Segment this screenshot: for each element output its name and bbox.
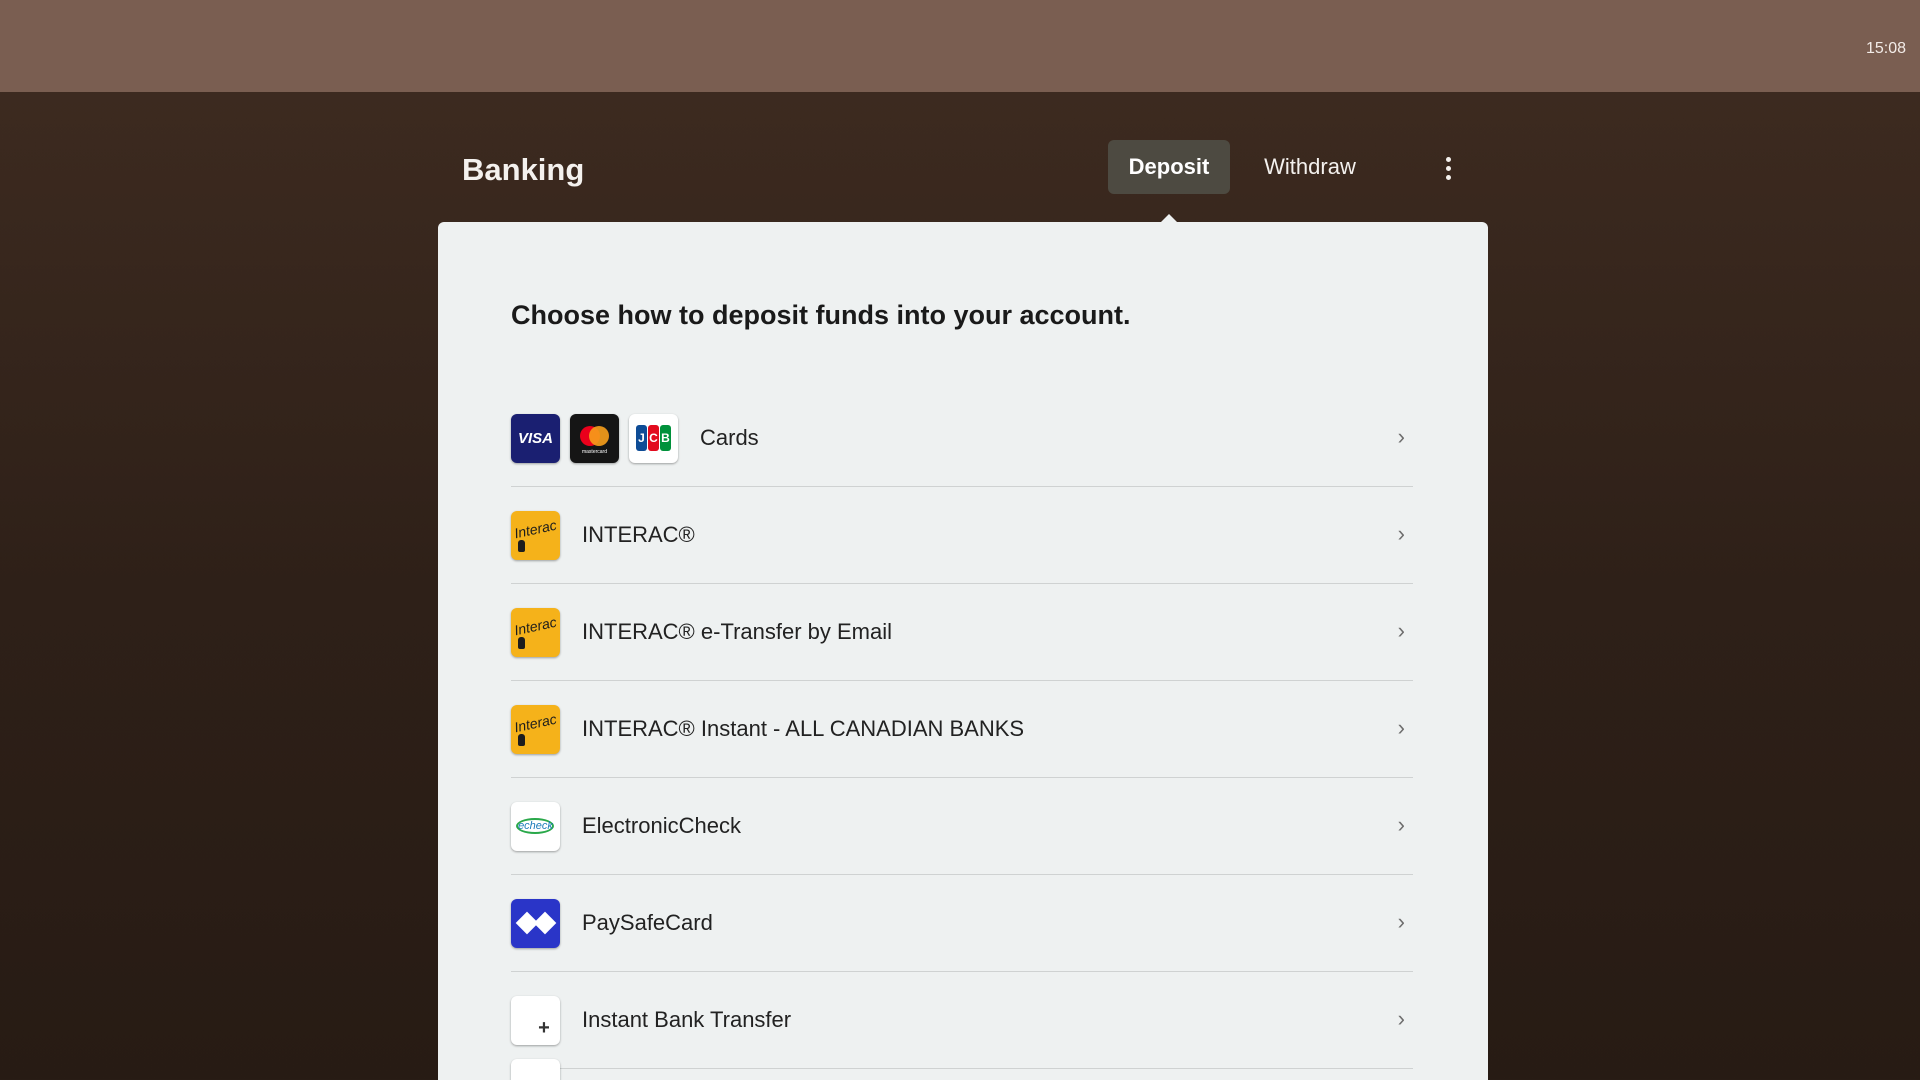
interac-logo-text: Interac — [512, 613, 559, 638]
interac-logo-icon: Interac — [511, 607, 560, 657]
echeck-logo-icon: echeck — [511, 801, 560, 851]
jcb-letter: C — [648, 425, 659, 451]
jcb-logo-icon: J C B — [629, 413, 678, 463]
payment-method-label: INTERAC® Instant - ALL CANADIAN BANKS — [582, 716, 1025, 741]
top-status-bar: 15:08 — [0, 0, 1920, 92]
page-title: Banking — [462, 152, 585, 187]
vertical-dots-icon — [1445, 174, 1451, 180]
interac-logo-text: Interac — [512, 516, 559, 541]
jcb-letter: J — [636, 425, 647, 451]
interac-logo-icon: Interac — [511, 510, 560, 560]
payment-method-label: ElectronicCheck — [582, 813, 741, 838]
payment-method-label: PaySafeCard — [582, 910, 713, 935]
chevron-right-icon: › — [1397, 715, 1405, 740]
instant-bank-transfer-logo-icon: + — [511, 995, 560, 1045]
tab-withdraw[interactable]: Withdraw — [1246, 140, 1374, 194]
mastercard-logo-text: mastercard — [581, 448, 607, 455]
vertical-dots-icon — [1445, 156, 1451, 162]
payment-method-instant-bank-transfer[interactable]: + Instant Bank Transfer › — [511, 972, 1413, 1069]
payment-logo-icon — [511, 1059, 560, 1080]
payment-method-paysafecard[interactable]: PaySafeCard › — [511, 875, 1413, 972]
interac-logo-icon: Interac — [511, 704, 560, 754]
chevron-right-icon: › — [1397, 909, 1405, 934]
visa-logo-text: VISA — [517, 429, 553, 447]
vertical-dots-icon — [1445, 165, 1451, 171]
deposit-heading: Choose how to deposit funds into your ac… — [511, 300, 1131, 330]
jcb-letter: B — [660, 425, 671, 451]
chevron-right-icon: › — [1397, 521, 1405, 546]
mastercard-logo-icon: mastercard — [570, 413, 619, 463]
deposit-panel: Choose how to deposit funds into your ac… — [438, 222, 1488, 1080]
tab-deposit[interactable]: Deposit — [1108, 140, 1230, 194]
payment-method-label: INTERAC® e-Transfer by Email — [582, 619, 893, 644]
paysafecard-logo-icon — [511, 898, 560, 948]
payment-method-list: VISA mastercard J C B Cards › Interac IN… — [511, 390, 1413, 1080]
interac-logo-text: Interac — [512, 710, 559, 735]
more-options-button[interactable] — [1434, 152, 1462, 184]
payment-method-label: Cards — [700, 425, 759, 450]
payment-method-cards[interactable]: VISA mastercard J C B Cards › — [511, 390, 1413, 487]
payment-method-interac-instant[interactable]: Interac INTERAC® Instant - ALL CANADIAN … — [511, 681, 1413, 778]
payment-method-interac-etransfer[interactable]: Interac INTERAC® e-Transfer by Email › — [511, 584, 1413, 681]
echeck-logo-text: echeck — [518, 820, 553, 832]
clock: 15:08 — [1865, 40, 1906, 57]
chevron-right-icon: › — [1397, 1006, 1405, 1031]
chevron-right-icon: › — [1397, 618, 1405, 643]
payment-method-electronic-check[interactable]: echeck ElectronicCheck › — [511, 778, 1413, 875]
chevron-right-icon: › — [1397, 812, 1405, 837]
payment-method-label: Instant Bank Transfer — [582, 1007, 792, 1032]
payment-method-interac[interactable]: Interac INTERAC® › — [511, 487, 1413, 584]
payment-method-partial[interactable] — [511, 1059, 1413, 1080]
visa-logo-icon: VISA — [511, 413, 560, 463]
banking-header: Banking Deposit Withdraw — [438, 140, 1488, 223]
chevron-right-icon: › — [1397, 424, 1405, 449]
payment-method-label: INTERAC® — [582, 522, 695, 547]
